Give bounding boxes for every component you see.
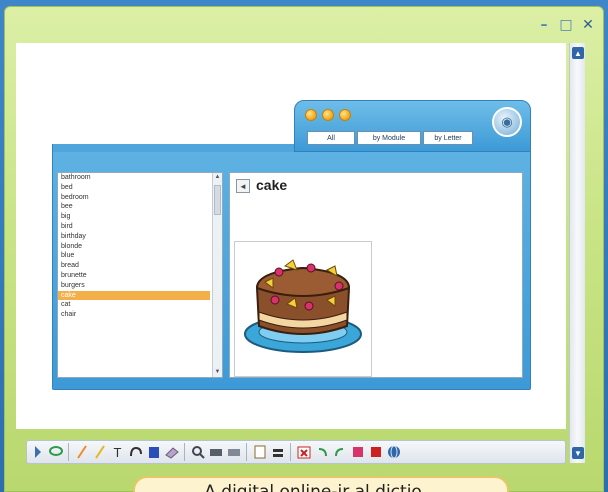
speaker-button[interactable]: ◄ xyxy=(236,179,250,193)
cake-illustration xyxy=(244,259,362,353)
minimize-button[interactable]: – xyxy=(535,17,553,33)
caption-bar: A digital online-ir al dictio... xyxy=(133,476,509,492)
bottom-toolbar: T xyxy=(26,440,566,464)
list-item[interactable]: cat xyxy=(58,300,210,310)
dict-minimize-icon[interactable] xyxy=(322,109,334,121)
minimize-icon: – xyxy=(540,17,548,33)
list-item[interactable]: bed xyxy=(58,183,210,193)
scroll-down-button[interactable]: ▼ xyxy=(572,447,584,459)
list-scroll-up-icon[interactable]: ▲ xyxy=(213,173,222,182)
word-title: cake xyxy=(256,177,288,193)
window-buttons xyxy=(305,109,351,121)
dict-close-icon[interactable] xyxy=(305,109,317,121)
scroll-up-button[interactable]: ▲ xyxy=(572,47,584,59)
connector-icon[interactable] xyxy=(128,443,143,461)
word-picture xyxy=(234,241,372,377)
pen-yellow-icon[interactable] xyxy=(92,443,107,461)
word-detail-panel: ◄ cake xyxy=(229,172,523,378)
list-scroll-down-icon[interactable]: ▼ xyxy=(213,368,222,377)
word-list-scrollbar[interactable]: ▲ ▼ xyxy=(212,173,222,377)
maximize-button[interactable]: □ xyxy=(557,17,575,33)
close-button[interactable]: ✕ xyxy=(579,17,597,33)
dictionary-body: bathroom bed bedroom bee big bird birthday blon… xyxy=(52,144,531,390)
dictionary-header: All by Module by Letter ◉ xyxy=(294,100,531,152)
toolbar-separator xyxy=(68,443,69,461)
flag-icon[interactable] xyxy=(350,443,365,461)
undo-icon[interactable] xyxy=(314,443,329,461)
dict-help-icon[interactable] xyxy=(339,109,351,121)
redo-icon[interactable] xyxy=(332,443,347,461)
arrow-icon[interactable] xyxy=(30,443,45,461)
picture-dictionary-window: bathroom bed bedroom bee big bird birthday blon… xyxy=(52,100,531,390)
word-list-items: bathroom bed bedroom bee big bird birthday blon… xyxy=(58,173,210,320)
text-icon[interactable]: T xyxy=(110,443,125,461)
list-item[interactable]: chair xyxy=(58,310,210,320)
filter-tabs: All by Module by Letter xyxy=(307,131,473,145)
zoom-icon[interactable] xyxy=(190,443,205,461)
globe-icon[interactable] xyxy=(386,443,401,461)
toolbar-separator xyxy=(184,443,185,461)
list-item[interactable]: blue xyxy=(58,251,210,261)
close-icon: ✕ xyxy=(582,17,594,33)
pen-orange-icon[interactable] xyxy=(74,443,89,461)
page-scrollbar[interactable]: ▲ ▼ xyxy=(569,43,585,463)
maximize-icon: □ xyxy=(559,17,573,33)
list-item[interactable]: birthday xyxy=(58,232,210,242)
tab-by-letter[interactable]: by Letter xyxy=(423,131,473,145)
list-item[interactable]: bathroom xyxy=(58,173,210,183)
speaker-icon: ◄ xyxy=(239,181,247,191)
word-list[interactable]: bathroom bed bedroom bee big bird birthday blon… xyxy=(57,172,223,378)
list-item[interactable]: bedroom xyxy=(58,193,210,203)
toolbar-separator xyxy=(290,443,291,461)
list-item[interactable]: blonde xyxy=(58,242,210,252)
list-item[interactable]: cake xyxy=(58,290,210,301)
toolbar-separator xyxy=(246,443,247,461)
list-item[interactable]: bird xyxy=(58,222,210,232)
spotlight-icon[interactable] xyxy=(208,443,223,461)
owl-logo-icon: ◉ xyxy=(492,107,522,137)
list-item[interactable]: bread xyxy=(58,261,210,271)
reveal-icon[interactable] xyxy=(226,443,241,461)
window-controls: – □ ✕ xyxy=(535,17,597,33)
fill-icon[interactable] xyxy=(146,443,161,461)
list-item[interactable]: big xyxy=(58,212,210,222)
list-item[interactable]: burgers xyxy=(58,281,210,291)
list-scroll-thumb[interactable] xyxy=(214,185,221,215)
flag-red-icon[interactable] xyxy=(368,443,383,461)
keyboard-icon[interactable] xyxy=(270,443,285,461)
clear-icon[interactable] xyxy=(296,443,311,461)
tab-by-module[interactable]: by Module xyxy=(357,131,421,145)
list-item[interactable]: bee xyxy=(58,202,210,212)
lasso-icon[interactable] xyxy=(48,443,63,461)
eraser-icon[interactable] xyxy=(164,443,179,461)
list-item[interactable]: brunette xyxy=(58,271,210,281)
tab-all[interactable]: All xyxy=(307,131,355,145)
page-icon[interactable] xyxy=(252,443,267,461)
